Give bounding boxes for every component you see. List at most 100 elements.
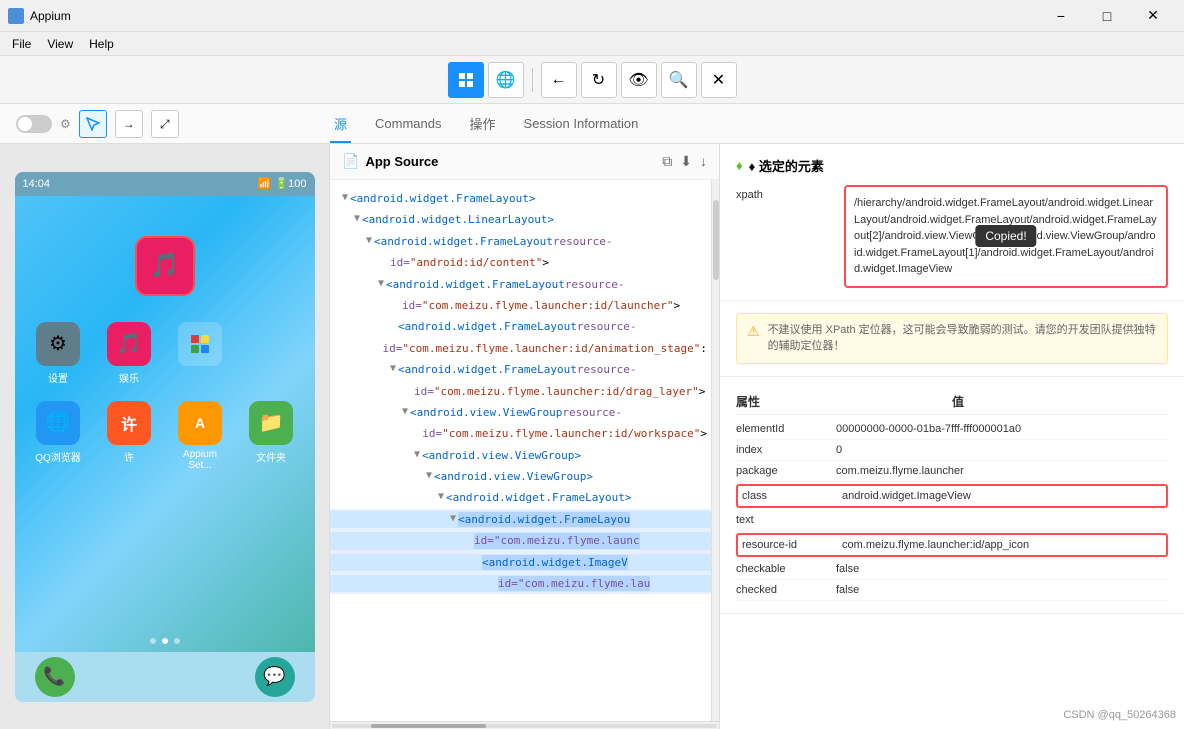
- browser-label: QQ浏览器: [35, 449, 81, 464]
- attr-row-index: index 0: [736, 440, 1168, 461]
- xu-icon: 许: [107, 401, 151, 445]
- tree-node-11b[interactable]: id="com.meizu.flyme.launc: [330, 530, 711, 551]
- tree-node-10[interactable]: ▼ <android.widget.FrameLayout>: [330, 487, 711, 508]
- copy-source-button[interactable]: ⧉: [662, 153, 672, 170]
- attrs-col2-header: 值: [952, 393, 1168, 410]
- tree-node-4b[interactable]: id="com.meizu.flyme.launcher:id/launcher…: [330, 295, 711, 316]
- dock-phone-icon: 📞: [35, 657, 75, 697]
- phone-panel: 14:04 📶 🔋100 🎵 ⚙ 设置 🎵 娱乐: [0, 144, 330, 729]
- tree-node-5[interactable]: ▶ <android.widget.FrameLayout resource-: [330, 316, 711, 337]
- toggle-6[interactable]: ▼: [390, 362, 396, 376]
- source-tree: ▼ <android.widget.FrameLayout> ▼ <androi…: [330, 180, 711, 602]
- attr-name-text: text: [736, 514, 836, 526]
- tree-node-3b[interactable]: id="android:id/content">: [330, 252, 711, 273]
- diamond-icon: ♦: [736, 158, 743, 173]
- attr-name-package: package: [736, 465, 836, 477]
- menu-view[interactable]: View: [39, 35, 81, 53]
- globe-button[interactable]: 🌐: [488, 62, 524, 98]
- attr-value-checkable: false: [836, 563, 1168, 575]
- toggle-10[interactable]: ▼: [438, 490, 444, 504]
- copied-tooltip: Copied!: [975, 225, 1036, 247]
- toggle-switch[interactable]: [16, 115, 52, 133]
- refresh-button[interactable]: ↻: [581, 62, 617, 98]
- title-bar: Appium − □ ✕: [0, 0, 1184, 32]
- toggle-1[interactable]: ▼: [342, 191, 348, 205]
- tree-node-3[interactable]: ▼ <android.widget.FrameLayout resource-: [330, 231, 711, 252]
- watermark: CSDN @qq_50264368: [1063, 709, 1176, 721]
- toggle-11[interactable]: ▼: [450, 512, 456, 526]
- source-hscrollbar[interactable]: [330, 721, 719, 729]
- dock-middle-icon: 💬: [255, 657, 295, 697]
- tree-node-4[interactable]: ▼ <android.widget.FrameLayout resource-: [330, 274, 711, 295]
- expand-button[interactable]: ⤢: [151, 110, 179, 138]
- stop-button[interactable]: ✕: [701, 62, 737, 98]
- warning-icon: ⚠: [747, 323, 760, 340]
- tree-scrollbar-thumb: [713, 200, 719, 280]
- download-source-button[interactable]: ⬇: [680, 153, 692, 170]
- grid-view-button[interactable]: [448, 62, 484, 98]
- attr-name-index: index: [736, 444, 836, 456]
- attr-value-package: com.meizu.flyme.launcher: [836, 465, 1168, 477]
- tree-node-7[interactable]: ▼ <android.view.ViewGroup resource-: [330, 402, 711, 423]
- tree-node-2[interactable]: ▼ <android.widget.LinearLayout>: [330, 209, 711, 230]
- menu-help[interactable]: Help: [81, 35, 122, 53]
- toggle-3[interactable]: ▼: [366, 234, 372, 248]
- main-layout: 14:04 📶 🔋100 🎵 ⚙ 设置 🎵 娱乐: [0, 144, 1184, 729]
- xpath-row: xpath /hierarchy/android.widget.FrameLay…: [736, 185, 1168, 288]
- attr-row-checkable: checkable false: [736, 559, 1168, 580]
- select-element-button[interactable]: [79, 110, 107, 138]
- tab-source[interactable]: 源: [330, 106, 351, 143]
- tab-commands[interactable]: Commands: [371, 108, 445, 141]
- source-actions: ⧉ ⬇ ↓: [662, 153, 707, 170]
- tree-node-12b[interactable]: id="com.meizu.flyme.lau: [330, 573, 711, 594]
- tab-session-info[interactable]: Session Information: [520, 108, 643, 141]
- tree-node-7b[interactable]: id="com.meizu.flyme.launcher:id/workspac…: [330, 423, 711, 444]
- toggle-icon: ⚙: [60, 117, 71, 131]
- settings-icon: ⚙: [36, 322, 80, 366]
- appium-icon: A: [178, 401, 222, 445]
- attr-row-resourceid: resource-id com.meizu.flyme.launcher:id/…: [736, 533, 1168, 557]
- xpath-box: /hierarchy/android.widget.FrameLayout/an…: [844, 185, 1168, 288]
- toggle-9[interactable]: ▼: [426, 469, 432, 483]
- tree-scrollbar[interactable]: [711, 180, 719, 721]
- back-button[interactable]: ←: [541, 62, 577, 98]
- attr-name-resourceid: resource-id: [742, 539, 842, 551]
- attr-row-package: package com.meizu.flyme.launcher: [736, 461, 1168, 482]
- source-body: ▼ <android.widget.FrameLayout> ▼ <androi…: [330, 180, 719, 721]
- minimize-button[interactable]: −: [1038, 0, 1084, 32]
- tree-node-6b[interactable]: id="com.meizu.flyme.launcher:id/drag_lay…: [330, 381, 711, 402]
- tree-node-9[interactable]: ▼ <android.view.ViewGroup>: [330, 466, 711, 487]
- scrollbar-thumb: [371, 724, 487, 728]
- close-button[interactable]: ✕: [1130, 0, 1176, 32]
- app-title: Appium: [30, 9, 1038, 23]
- toggle-7[interactable]: ▼: [402, 405, 408, 419]
- phone-dock: 📞 💬: [15, 652, 315, 702]
- search-button[interactable]: 🔍: [661, 62, 697, 98]
- tree-node-6[interactable]: ▼ <android.widget.FrameLayout resource-: [330, 359, 711, 380]
- tree-node-12[interactable]: ▶ <android.widget.ImageV: [330, 552, 711, 573]
- tab-actions[interactable]: 操作: [465, 106, 499, 143]
- refresh-source-button[interactable]: ↓: [700, 153, 707, 170]
- inspector-left-tools: ⚙ → ⤢: [16, 104, 179, 144]
- phone-app-entertainment: 🎵 娱乐: [102, 322, 157, 385]
- toggle-2[interactable]: ▼: [354, 212, 360, 226]
- tree-node-1[interactable]: ▼ <android.widget.FrameLayout>: [330, 188, 711, 209]
- tree-node-11[interactable]: ▼ <android.widget.FrameLayou: [330, 509, 711, 530]
- settings-label: 设置: [48, 370, 68, 385]
- toggle-4[interactable]: ▼: [378, 277, 384, 291]
- attr-row-checked: checked false: [736, 580, 1168, 601]
- tree-node-8[interactable]: ▼ <android.view.ViewGroup>: [330, 445, 711, 466]
- record-button[interactable]: 👁: [621, 62, 657, 98]
- menu-file[interactable]: File: [4, 35, 39, 53]
- tree-scroll-area[interactable]: ▼ <android.widget.FrameLayout> ▼ <androi…: [330, 180, 711, 721]
- details-panel: ♦ ♦ 选定的元素 xpath /hierarchy/android.widge…: [720, 144, 1184, 729]
- phone-status-icons: 📶 🔋100: [258, 177, 307, 190]
- maximize-button[interactable]: □: [1084, 0, 1130, 32]
- attr-name-elementid: elementId: [736, 423, 836, 435]
- toggle-8[interactable]: ▼: [414, 448, 420, 462]
- warning-text: 不建议使用 XPath 定位器，这可能会导致脆弱的测试。请您的开发团队提供独特的…: [768, 322, 1157, 355]
- window-controls: − □ ✕: [1038, 0, 1176, 32]
- source-title: 📄 App Source: [342, 153, 438, 170]
- tree-node-5b[interactable]: id="com.meizu.flyme.launcher:id/animatio…: [330, 338, 711, 359]
- arrow-right-button[interactable]: →: [115, 110, 143, 138]
